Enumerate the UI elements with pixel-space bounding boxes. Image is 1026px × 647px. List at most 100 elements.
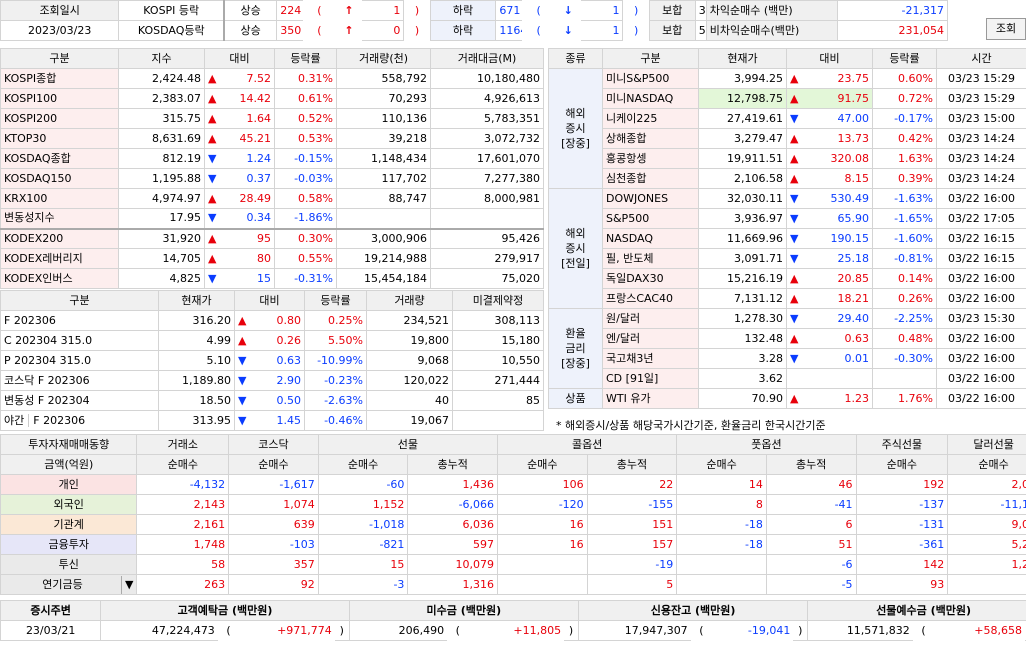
index-value: 812.19 — [118, 148, 205, 169]
deriv-col-header: 대비 — [234, 290, 305, 311]
overseas-name: 프랑스CAC40 — [602, 288, 699, 309]
investor-group-header: 선물 — [317, 434, 499, 455]
investor-value: -361 — [855, 534, 949, 555]
overseas-name: 미니S&P500 — [602, 68, 699, 89]
investor-value: -3 — [317, 574, 409, 595]
index-row: 변동성지수 17.95 ▼ 0.34 -1.86% — [0, 208, 544, 229]
investor-name-text: 개인 — [58, 477, 79, 491]
market-funds-panel: 증시주변 고객예탁금 (백만원) 미수금 (백만원) 신용잔고 (백만원) 선물… — [0, 600, 1026, 641]
index-amount: 8,000,981 — [430, 188, 544, 209]
query-button[interactable]: 조회 — [986, 18, 1026, 40]
overseas-change — [786, 368, 873, 389]
investor-name: 투신 — [0, 554, 138, 575]
index-value: 14,705 — [118, 248, 205, 269]
futures-deposit-header: 선물예수금 (백만원) — [807, 600, 1026, 621]
deriv-value: 5.10 — [158, 350, 235, 371]
futures-deposit-value: 11,571,832 — [807, 620, 913, 641]
triangle-down-icon: ▼ — [790, 251, 799, 265]
overseas-group-label: 환율 금리 [장중] — [548, 308, 603, 389]
investor-value: 92 — [228, 574, 319, 595]
index-row: KODEX레버리지 14,705 ▲ 80 0.55% 19,214,988 279,917 — [0, 248, 544, 269]
deriv-change: ▼ 0.63 — [234, 350, 305, 371]
triangle-up-icon: ▲ — [208, 251, 217, 265]
overseas-row: 니케이225 27,419.61 ▼ 47.00 -0.17% 03/23 15:00 — [549, 108, 1026, 129]
dropdown-arrow-icon[interactable]: ▼ — [121, 575, 133, 594]
triangle-up-icon: ▲ — [790, 151, 799, 165]
overseas-pct: 0.39% — [872, 168, 937, 189]
overseas-value: 132.48 — [698, 328, 787, 349]
investor-row: 금융투자 1,748-103-82159716157-1851-3615,27 — [0, 534, 1026, 555]
deriv-value: 18.50 — [158, 390, 235, 411]
overseas-change-value: 530.49 — [830, 191, 870, 205]
overseas-change: ▼ 29.40 — [786, 308, 873, 329]
index-change-value: 15 — [257, 271, 271, 285]
investor-value: 597 — [407, 534, 499, 555]
investor-name-text: 금융투자 — [48, 537, 89, 551]
deriv-open-interest: 15,180 — [452, 330, 544, 351]
investor-value: 1,316 — [407, 574, 499, 595]
investor-sub-header: 순매수 — [947, 454, 1026, 475]
overseas-name: 필, 반도체 — [602, 248, 699, 269]
overseas-pct: -0.30% — [872, 348, 937, 369]
lower-count: 1 — [581, 20, 624, 41]
index-change: ▼ 15 — [204, 268, 275, 289]
deposit-change: +971,774 — [277, 623, 332, 637]
overseas-row: CD [91일] 3.62 03/22 16:00 — [549, 368, 1026, 389]
index-change-value: 7.52 — [246, 71, 272, 85]
bottom-date: 23/03/21 — [0, 620, 102, 641]
deriv-volume: 19,800 — [366, 330, 453, 351]
deriv-change-value: 2.90 — [276, 373, 302, 387]
deriv-row: C 202304 315.0 4.99 ▲ 0.26 5.50% 19,800 15,180 — [0, 330, 544, 351]
overseas-time: 03/23 15:30 — [936, 308, 1026, 329]
overseas-row: 해외 증시 [장중] 미니S&P500 3,994.25 ▲ 23.75 0.60% 03/… — [548, 68, 1026, 189]
index-change-value: 1.64 — [246, 111, 272, 125]
upper-count: 1 — [362, 0, 405, 21]
investor-value — [676, 554, 767, 575]
investor-value: 6 — [765, 514, 857, 535]
investor-row: 연기금등 ▼ 263 92 -3 1,316 5 -5 93 — [0, 574, 1026, 595]
credit-value: 17,947,307 — [577, 620, 691, 641]
investor-value: -103 — [228, 534, 319, 555]
overseas-pct: 0.14% — [872, 268, 937, 289]
kospi-market-label: KOSPI 등락 — [118, 0, 226, 21]
investor-group-header: 주식선물 — [855, 434, 949, 455]
overseas-time: 03/22 16:00 — [936, 188, 1026, 209]
deriv-name-text: 코스닥 F 202306 — [4, 373, 90, 387]
investor-sub-header: 순매수 — [136, 454, 230, 475]
night-label: 야간 — [4, 413, 30, 427]
rise-count: 350 — [276, 20, 303, 41]
deriv-change: ▼ 0.50 — [234, 390, 305, 411]
index-pct: 0.30% — [274, 228, 337, 249]
index-value: 4,974.97 — [118, 188, 205, 209]
deriv-col-header: 등락률 — [304, 290, 367, 311]
overseas-row: 필, 반도체 3,091.71 ▼ 25.18 -0.81% 03/22 16:15 — [549, 248, 1026, 269]
index-pct: 0.58% — [274, 188, 337, 209]
index-change-value: 0.37 — [246, 171, 272, 185]
deriv-change-value: 0.80 — [276, 313, 302, 327]
index-col-header: 거래대금(M) — [430, 48, 544, 69]
triangle-up-icon: ▲ — [790, 271, 799, 285]
flat-count: 37 — [694, 0, 707, 21]
index-row: KOSDAQ150 1,195.88 ▼ 0.37 -0.03% 117,702 7,277… — [0, 168, 544, 189]
investor-value: -18 — [676, 534, 767, 555]
overseas-change: ▲ 320.08 — [786, 148, 873, 169]
overseas-pct: 1.63% — [872, 148, 937, 169]
bottom-header-label: 증시주변 — [0, 600, 102, 621]
investor-value: -6,066 — [407, 494, 499, 515]
overseas-time: 03/23 15:00 — [936, 108, 1026, 129]
overseas-change: ▲ 23.75 — [786, 68, 873, 89]
arb-value: -21,317 — [837, 0, 948, 21]
overseas-time: 03/23 15:29 — [936, 68, 1026, 89]
overseas-row: 엔/달러 132.48 ▲ 0.63 0.48% 03/22 16:00 — [549, 328, 1026, 349]
investor-value: -18 — [676, 514, 767, 535]
triangle-up-icon: ▲ — [208, 191, 217, 205]
index-col-header: 등락률 — [274, 48, 337, 69]
investor-value: 15 — [317, 554, 409, 575]
flat-label: 보합 — [648, 0, 696, 21]
deriv-name-text: P 202304 315.0 — [4, 353, 92, 367]
triangle-down-icon: ▼ — [208, 211, 217, 225]
index-change: ▼ 0.34 — [204, 208, 275, 229]
index-row: KOSPI200 315.75 ▲ 1.64 0.52% 110,136 5,783,351 — [0, 108, 544, 129]
investor-value — [497, 554, 588, 575]
overseas-pct: 0.60% — [872, 68, 937, 89]
